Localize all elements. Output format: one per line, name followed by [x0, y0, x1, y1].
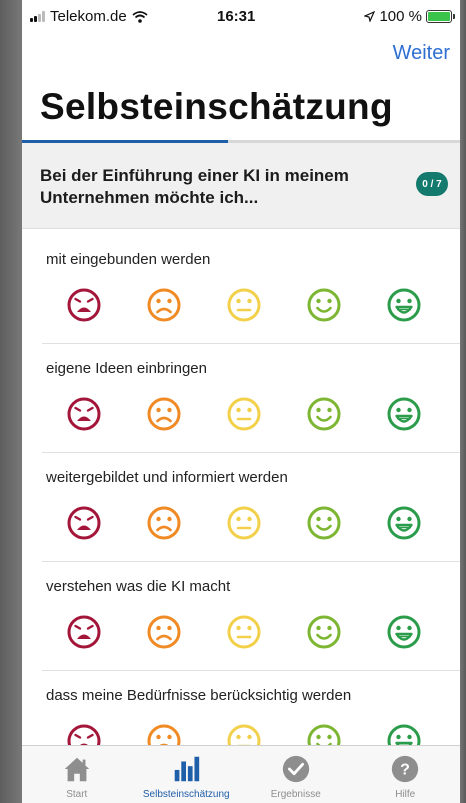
tab-label: Selbsteinschätzung: [142, 789, 230, 800]
statement-label: eigene Ideen einbringen: [46, 360, 207, 377]
carrier-name: Telekom.de: [50, 8, 127, 25]
bar-chart-icon: [169, 752, 203, 786]
very-sad-face-icon[interactable]: [66, 505, 102, 541]
grin-face-icon[interactable]: [386, 396, 422, 432]
battery-icon: [426, 10, 455, 23]
statement-label: mit eingebunden werden: [46, 251, 211, 268]
tab-start[interactable]: Start: [22, 746, 132, 803]
sad-face-icon[interactable]: [146, 396, 182, 432]
smile-face-icon[interactable]: [306, 505, 342, 541]
statement-item: mit eingebunden werden: [42, 235, 460, 344]
tab-ergebnisse[interactable]: Ergebnisse: [241, 746, 351, 803]
question-header: Bei der Einführung einer KI in meinem Un…: [22, 143, 460, 229]
tab-bar: Start Selbsteinschätzung Ergebnisse? Hilfe: [22, 745, 460, 803]
check-circle-icon: [279, 752, 313, 786]
rating-options: [66, 723, 422, 745]
page-title: Selbsteinschätzung: [40, 86, 393, 127]
grin-face-icon[interactable]: [386, 505, 422, 541]
statement-item: dass meine Bedürfnisse berücksichtig wer…: [42, 671, 460, 745]
very-sad-face-icon[interactable]: [66, 396, 102, 432]
neutral-face-icon[interactable]: [226, 723, 262, 745]
grin-face-icon[interactable]: [386, 723, 422, 745]
rating-options: [66, 614, 422, 650]
statement-list[interactable]: mit eingebunden werden eigene Ideen einbr…: [22, 235, 460, 745]
status-bar: Telekom.de 16:31 100 %: [22, 0, 460, 34]
statement-item: weitergebildet und informiert werden: [42, 453, 460, 562]
sad-face-icon[interactable]: [146, 505, 182, 541]
grin-face-icon[interactable]: [386, 287, 422, 323]
question-circle-icon: ?: [388, 752, 422, 786]
rating-options: [66, 287, 422, 323]
statement-label: dass meine Bedürfnisse berücksichtig wer…: [46, 687, 352, 704]
smile-face-icon[interactable]: [306, 614, 342, 650]
tab-label: Ergebnisse: [270, 789, 321, 800]
neutral-face-icon[interactable]: [226, 614, 262, 650]
very-sad-face-icon[interactable]: [66, 723, 102, 745]
status-right-group: 100 %: [364, 8, 455, 25]
statement-item: verstehen was die KI macht: [42, 562, 460, 671]
statement-label: verstehen was die KI macht: [46, 578, 231, 595]
rating-options: [66, 396, 422, 432]
signal-icon: [30, 11, 45, 22]
home-icon: [60, 752, 94, 786]
location-icon: [364, 11, 376, 22]
smile-face-icon[interactable]: [306, 287, 342, 323]
smile-face-icon[interactable]: [306, 396, 342, 432]
statement-label: weitergebildet und informiert werden: [46, 469, 288, 486]
neutral-face-icon[interactable]: [226, 287, 262, 323]
grin-face-icon[interactable]: [386, 614, 422, 650]
neutral-face-icon[interactable]: [226, 505, 262, 541]
background-left: [0, 0, 24, 803]
neutral-face-icon[interactable]: [226, 396, 262, 432]
very-sad-face-icon[interactable]: [66, 614, 102, 650]
question-counter-badge: 0 / 7: [416, 172, 448, 196]
sad-face-icon[interactable]: [146, 287, 182, 323]
tab-label: Start: [66, 789, 88, 800]
svg-text:?: ?: [400, 762, 410, 779]
carrier-group: Telekom.de: [30, 8, 148, 25]
app-screen: Telekom.de 16:31 100 % Weiter Selbsteins…: [22, 0, 460, 803]
sad-face-icon[interactable]: [146, 614, 182, 650]
tab-label: Hilfe: [395, 789, 416, 800]
smile-face-icon[interactable]: [306, 723, 342, 745]
status-time: 16:31: [217, 8, 256, 25]
tab-hilfe[interactable]: ? Hilfe: [351, 746, 461, 803]
very-sad-face-icon[interactable]: [66, 287, 102, 323]
question-text: Bei der Einführung einer KI in meinem Un…: [40, 166, 349, 207]
statement-item: eigene Ideen einbringen: [42, 344, 460, 453]
next-button[interactable]: Weiter: [393, 42, 450, 65]
rating-options: [66, 505, 422, 541]
wifi-icon: [132, 10, 148, 23]
sad-face-icon[interactable]: [146, 723, 182, 745]
battery-percent: 100 %: [379, 8, 422, 25]
tab-selbsteinschätzung[interactable]: Selbsteinschätzung: [132, 746, 242, 803]
